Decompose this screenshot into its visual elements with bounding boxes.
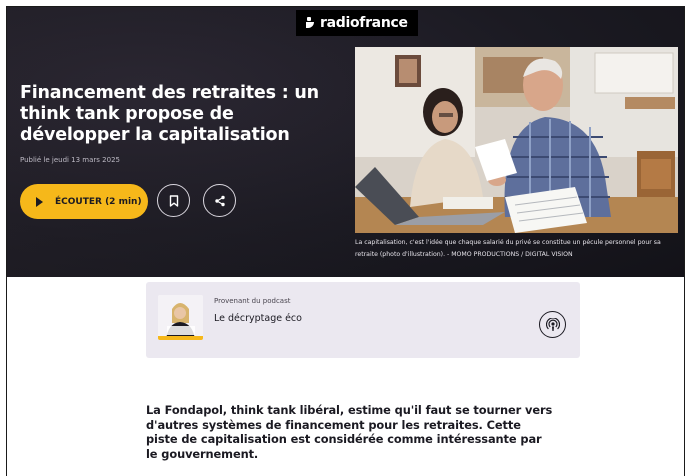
article-title: Financement des retraites : un think tan… (20, 83, 319, 145)
podcast-card[interactable]: Provenant du podcast Le décryptage éco (146, 282, 580, 358)
podcast-from-label: Provenant du podcast (214, 297, 291, 305)
radiofrance-logo-icon (306, 17, 316, 29)
bookmark-icon (169, 194, 178, 207)
podcast-icon (545, 317, 560, 331)
logo-text: radiofrance (320, 15, 408, 31)
publication-date: Publié le jeudi 13 mars 2025 (20, 156, 120, 164)
podcast-cover-image (158, 295, 203, 340)
retirement-couple-illustration (355, 47, 678, 233)
site-logo[interactable]: radiofrance (296, 10, 418, 36)
bookmark-button[interactable] (157, 184, 190, 217)
share-button[interactable] (203, 184, 236, 217)
podcast-thumbnail (158, 295, 203, 340)
photo-caption: La capitalisation, c'est l'idée que chaq… (355, 239, 661, 258)
listen-button-label: ÉCOUTER (2 min) (55, 196, 142, 207)
share-icon (214, 195, 225, 206)
article-photo (355, 47, 678, 233)
podcast-name[interactable]: Le décryptage éco (214, 313, 302, 324)
podcast-button[interactable] (539, 311, 566, 338)
play-icon (36, 196, 43, 207)
article-lead: La Fondapol, think tank libéral, estime … (146, 403, 553, 461)
article-page: radiofrance Financement des retraites : … (6, 6, 685, 476)
listen-button[interactable]: ÉCOUTER (2 min) (20, 184, 148, 219)
